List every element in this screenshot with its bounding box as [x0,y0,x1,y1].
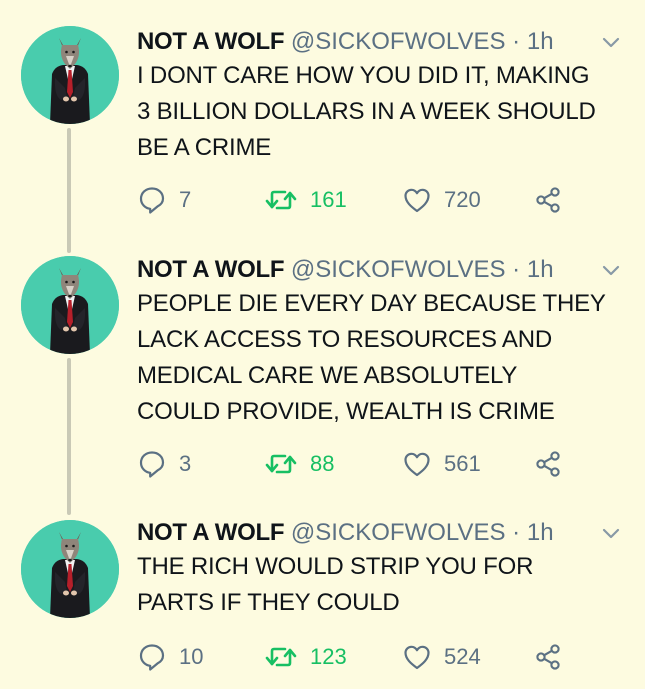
share-button[interactable] [533,639,563,675]
chevron-down-icon[interactable] [599,521,623,545]
tweet[interactable]: NOT A WOLF @SICKOFWOLVES · 1h THE RICH W… [0,0,645,689]
user-handle[interactable]: @SICKOFWOLVES [291,519,506,546]
tweet-text: THE RICH WOULD STRIP YOU FOR PARTS IF TH… [137,553,534,616]
reply-count: 10 [179,644,204,669]
retweet-icon [265,647,297,667]
tweet-timestamp[interactable]: 1h [527,519,554,546]
like-count: 524 [444,644,481,669]
tweet-content: NOT A WOLF @SICKOFWOLVES · 1h THE RICH W… [137,517,623,621]
retweet-count: 123 [310,644,347,669]
heart-icon [404,645,430,670]
tweet-actions: 10 123 524 [137,639,567,675]
retweet-button[interactable]: 123 [264,639,347,675]
display-name[interactable]: NOT A WOLF [137,519,285,546]
reply-icon [139,644,165,671]
share-icon [536,644,560,670]
like-button[interactable]: 524 [402,639,481,675]
wolf-suit-avatar-image [21,520,119,618]
tweet-thread: NOT A WOLF @SICKOFWOLVES · 1h I DONT CAR… [0,0,645,689]
separator-dot: · [512,519,521,546]
avatar[interactable] [21,520,119,618]
tweet-header: NOT A WOLF @SICKOFWOLVES · 1h [137,517,623,549]
reply-button[interactable]: 10 [137,639,203,675]
